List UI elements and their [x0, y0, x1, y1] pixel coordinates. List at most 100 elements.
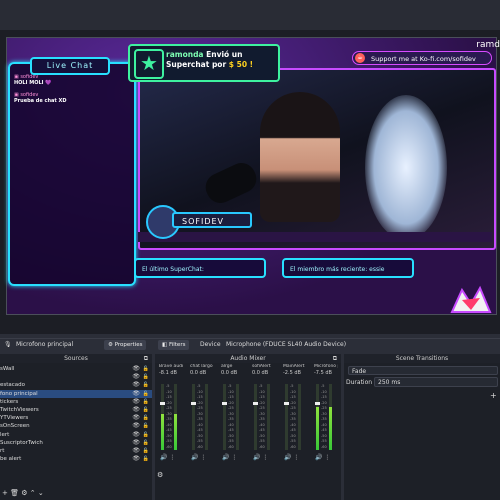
- top-right-text: ramd: [476, 40, 500, 50]
- channel-db: 0.0 dB: [190, 370, 207, 376]
- lock-icon[interactable]: 🔓: [143, 431, 149, 439]
- db-scale-tick: -45: [166, 428, 172, 432]
- source-row[interactable]: estacado 👁 🔓: [0, 381, 152, 389]
- source-label: TwitchViewers: [0, 406, 39, 413]
- live-chat-title: Live Chat: [30, 57, 110, 75]
- undock-icon[interactable]: ⧉: [333, 355, 337, 363]
- add-transition-icon[interactable]: +: [490, 391, 497, 400]
- remove-source-icon[interactable]: 🗑: [10, 489, 19, 497]
- lock-icon[interactable]: 🔓: [143, 398, 149, 406]
- db-scale-tick: -35: [166, 417, 172, 421]
- lock-icon[interactable]: 🔓: [143, 381, 149, 389]
- lock-icon[interactable]: 🔓: [143, 365, 149, 373]
- db-scale-tick: -25: [290, 406, 296, 410]
- db-scale-tick: -25: [197, 406, 203, 410]
- visibility-icon[interactable]: 👁: [132, 414, 140, 422]
- channel-menu-icon[interactable]: ⋮: [322, 454, 330, 461]
- lock-icon[interactable]: 🔓: [143, 422, 149, 430]
- db-scale-tick: -25: [259, 406, 265, 410]
- lock-icon[interactable]: 🔓: [143, 414, 149, 422]
- db-scale-tick: -45: [290, 428, 296, 432]
- volume-fader[interactable]: [284, 402, 289, 405]
- ring-light: [365, 95, 447, 240]
- channel-menu-icon[interactable]: ⋮: [229, 454, 237, 461]
- move-up-icon[interactable]: ⌃: [30, 489, 36, 497]
- source-row[interactable]: lert 👁 🔓: [0, 431, 152, 439]
- source-label: tickers: [0, 398, 19, 405]
- volume-fader[interactable]: [160, 402, 165, 405]
- channel-menu-icon[interactable]: ⋮: [167, 454, 175, 461]
- db-scale-tick: -55: [166, 439, 172, 443]
- superchat-text: ramonda Envió un Superchat por $ 50 !: [166, 50, 276, 70]
- duration-input[interactable]: 250 ms: [374, 377, 498, 387]
- db-scale-tick: -45: [321, 428, 327, 432]
- channel-menu-icon[interactable]: ⋮: [291, 454, 299, 461]
- channel-menu-icon[interactable]: ⋮: [198, 454, 206, 461]
- scene-transitions-dock: Scene Transitions Fade Duration 250 ms +: [344, 354, 500, 500]
- channel-name: MainAlert: [283, 364, 305, 369]
- db-scale-tick: -25: [321, 406, 327, 410]
- filters-label: Filters: [168, 342, 186, 348]
- lock-icon[interactable]: 🔓: [143, 373, 149, 381]
- source-row[interactable]: sWall 👁 🔓: [0, 365, 152, 373]
- lock-icon[interactable]: 🔓: [143, 390, 149, 398]
- visibility-icon[interactable]: 👁: [132, 431, 140, 439]
- source-row[interactable]: SuscriptorTwich 👁 🔓: [0, 439, 152, 447]
- visibility-icon[interactable]: 👁: [132, 439, 140, 447]
- volume-meter: [223, 384, 226, 450]
- source-row[interactable]: fono principal 👁 🔓: [0, 389, 152, 398]
- visibility-icon[interactable]: 👁: [132, 381, 140, 389]
- source-row[interactable]: rt 👁 🔓: [0, 447, 152, 455]
- visibility-icon[interactable]: 👁: [132, 373, 140, 381]
- channel-logo: [450, 285, 492, 313]
- properties-button[interactable]: ⚙ Properties: [104, 340, 147, 350]
- channel-controls: 🔊 ⋮: [284, 454, 299, 461]
- db-scale: -5 -10 -15 -20 -25 -30 -35 -40 -45 -50 -55 -60: [259, 384, 265, 450]
- visibility-icon[interactable]: 👁: [132, 390, 140, 398]
- visibility-icon[interactable]: 👁: [132, 398, 140, 406]
- lock-icon[interactable]: 🔓: [143, 439, 149, 447]
- source-row[interactable]: tickers 👁 🔓: [0, 398, 152, 406]
- db-scale-tick: -45: [197, 428, 203, 432]
- channel-menu-icon[interactable]: ⋮: [260, 454, 268, 461]
- gear-icon[interactable]: ⚙: [157, 471, 163, 479]
- source-settings-icon[interactable]: ⚙: [21, 489, 27, 497]
- source-label: YTViewers: [0, 415, 29, 422]
- db-scale-tick: -35: [197, 417, 203, 421]
- source-row[interactable]: be alert 👁 🔓: [0, 455, 152, 463]
- lock-icon[interactable]: 🔓: [143, 406, 149, 414]
- volume-fader[interactable]: [191, 402, 196, 405]
- streamer: [260, 92, 340, 222]
- db-scale: -5 -10 -15 -20 -25 -30 -35 -40 -45 -50 -55 -60: [290, 384, 296, 450]
- visibility-icon[interactable]: 👁: [132, 447, 140, 455]
- last-member-box: El miembro más reciente: essie: [282, 258, 414, 278]
- source-row[interactable]: sOnScreen 👁 🔓: [0, 422, 152, 430]
- chat-message: ▣ sofidev Prueba de chat XD: [14, 92, 67, 104]
- visibility-icon[interactable]: 👁: [132, 422, 140, 430]
- channel-controls: 🔊 ⋮: [253, 454, 268, 461]
- add-source-icon[interactable]: +: [2, 489, 8, 497]
- lock-icon[interactable]: 🔓: [143, 447, 149, 455]
- move-down-icon[interactable]: ⌄: [38, 489, 44, 497]
- db-scale-tick: -35: [259, 417, 265, 421]
- undock-icon[interactable]: ⧉: [144, 355, 148, 363]
- channel-controls: 🔊 ⋮: [222, 454, 237, 461]
- source-toolbar: 🎙 Microfono principal ⚙ Properties ◧ Fil…: [0, 338, 500, 352]
- source-row[interactable]: 👁 🔓: [0, 373, 152, 381]
- volume-fader[interactable]: [222, 402, 227, 405]
- channel-name: alrge: [221, 364, 233, 369]
- visibility-icon[interactable]: 👁: [132, 406, 140, 414]
- volume-fader[interactable]: [253, 402, 258, 405]
- volume-fader[interactable]: [315, 402, 320, 405]
- visibility-icon[interactable]: 👁: [132, 455, 140, 463]
- source-row[interactable]: TwitchViewers 👁 🔓: [0, 406, 152, 414]
- visibility-icon[interactable]: 👁: [132, 365, 140, 373]
- source-row[interactable]: YTViewers 👁 🔓: [0, 414, 152, 422]
- channel-name: chat largo: [190, 364, 213, 369]
- lock-icon[interactable]: 🔓: [143, 455, 149, 463]
- duration-label: Duration: [346, 379, 373, 386]
- device-select[interactable]: Microphone (FDUCE SL40 Audio Device): [226, 341, 346, 348]
- transition-select[interactable]: Fade: [348, 366, 498, 375]
- filters-button[interactable]: ◧ Filters: [158, 340, 190, 350]
- db-scale: -5 -10 -15 -20 -25 -30 -35 -40 -45 -50 -55 -60: [197, 384, 203, 450]
